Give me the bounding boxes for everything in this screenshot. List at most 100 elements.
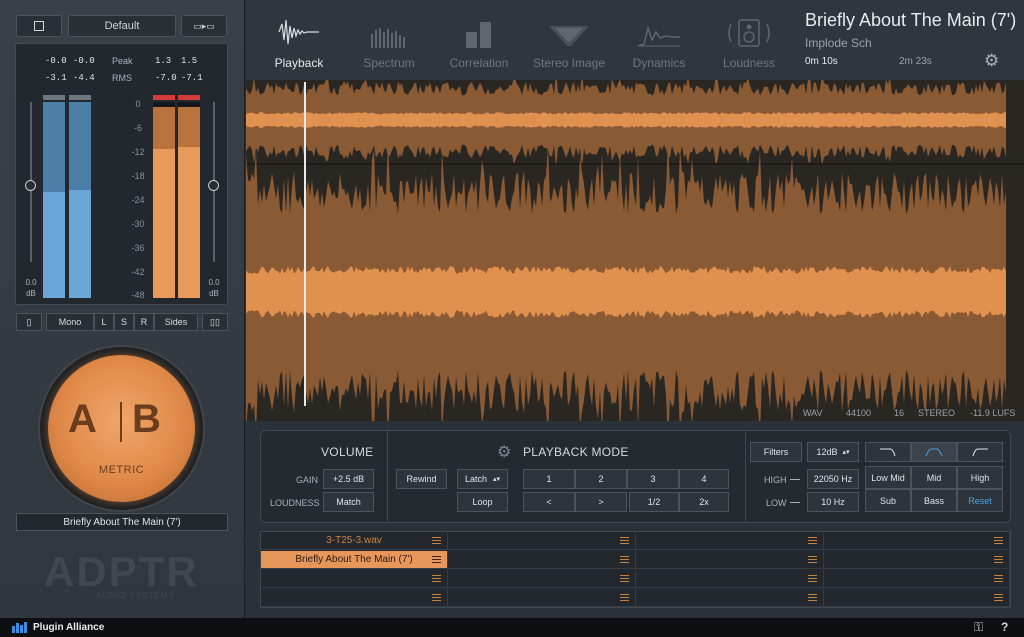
updown-icon: ▴▾ [493,476,501,483]
loudness-match-button[interactable]: Match [323,492,374,512]
band-label: Bass [923,495,944,506]
preset-selector[interactable]: Default [68,15,176,37]
playlist-slot[interactable] [261,570,448,588]
help-icon[interactable]: ? [1001,620,1008,634]
playlist-slot[interactable] [636,532,824,550]
playlist-slot[interactable] [448,551,636,569]
playlist-slot[interactable]: Briefly About The Main (7') [261,551,448,569]
mid-band-button[interactable]: Mid [911,466,957,489]
marker-2-button[interactable]: 2 [575,469,627,489]
mono-button[interactable]: Mono [46,313,94,331]
a-gain-slider-knob[interactable] [25,180,36,191]
filter-slope-select[interactable]: 12dB ▴▾ [807,442,859,462]
s-label: S [120,317,127,327]
dash [790,502,800,503]
settings-gear-icon[interactable]: ⚙ [984,51,999,71]
slot-menu-icon[interactable] [994,556,1003,563]
bandpass-filter-button[interactable] [911,442,957,462]
b-gain-slider-knob[interactable] [208,180,219,191]
low-mid-band-button[interactable]: Low Mid [865,466,911,489]
marker-3-button[interactable]: 3 [627,469,679,489]
scale-tick: -12 [131,147,145,157]
b-right-clip-indicator[interactable] [178,95,200,100]
playlist-slot[interactable] [636,589,824,607]
playlist-slot[interactable] [636,551,824,569]
rewind-button[interactable]: Rewind [396,469,447,489]
b-link-button[interactable]: ▯▯ [202,313,228,331]
right-channel-button[interactable]: R [134,313,154,331]
slot-menu-icon[interactable] [808,594,817,601]
slot-menu-icon[interactable] [432,537,441,544]
slot-menu-icon[interactable] [620,537,629,544]
dash [790,479,800,480]
dim-toggle-button[interactable] [16,15,62,37]
slot-menu-icon[interactable] [432,556,441,563]
playlist-slot[interactable] [824,589,1010,607]
playlist-slot[interactable] [448,589,636,607]
sub-band-button[interactable]: Sub [865,489,911,512]
slot-menu-icon[interactable] [808,575,817,582]
gain-value-field[interactable]: +2.5 dB [323,469,374,489]
waveform-icon [256,12,342,48]
prev-label: < [546,497,552,507]
window-size-button[interactable]: ▭▸▭ [181,15,227,37]
playlist-slot[interactable] [636,570,824,588]
low-cut-field[interactable]: 10 Hz [807,492,859,512]
playlist-slot[interactable]: 3-T25-3.wav [261,532,448,550]
tab-spectrum[interactable]: Spectrum [346,12,432,70]
rewind-label: Rewind [406,474,437,484]
playlist-slot[interactable] [261,589,448,607]
a-left-clip-indicator[interactable] [43,95,65,100]
a-link-button[interactable]: ▯ [16,313,42,331]
slot-menu-icon[interactable] [808,556,817,563]
playlist-slot[interactable] [448,532,636,550]
tab-playback[interactable]: Playback [256,12,342,70]
tab-correlation[interactable]: Correlation [436,12,522,70]
slot-menu-icon[interactable] [994,537,1003,544]
slot-menu-icon[interactable] [620,556,629,563]
bass-band-button[interactable]: Bass [911,489,957,512]
reset-button[interactable]: Reset [957,489,1003,512]
left-channel-button[interactable]: L [94,313,114,331]
filters-button[interactable]: Filters [750,442,802,462]
highpass-filter-button[interactable] [957,442,1003,462]
loop-button[interactable]: Loop [457,492,508,512]
b-rms-right: -7.1 [181,73,203,83]
next-button[interactable]: > [575,492,627,512]
loudness-label: LOUDNESS [270,498,320,508]
slot-menu-icon[interactable] [432,575,441,582]
prev-button[interactable]: < [523,492,575,512]
b-left-clip-indicator[interactable] [153,95,175,100]
playlist-slot[interactable] [824,570,1010,588]
sides-button[interactable]: Sides [154,313,198,331]
b-gain-value: 0.0 [208,278,220,287]
slot-menu-icon[interactable] [620,575,629,582]
high-band-button[interactable]: High [957,466,1003,489]
slot-menu-icon[interactable] [432,594,441,601]
a-right-clip-indicator[interactable] [69,95,91,100]
song-title: Briefly About The Main (7') [805,10,1017,30]
key-icon[interactable]: ⚿ [974,620,983,635]
slot-menu-icon[interactable] [994,594,1003,601]
latch-select[interactable]: Latch ▴▾ [457,469,508,489]
playlist-slot[interactable] [448,570,636,588]
tab-loudness[interactable]: Loudness [706,12,792,70]
slot-menu-icon[interactable] [620,594,629,601]
tab-spectrum-label: Spectrum [363,56,415,70]
playlist-slot[interactable] [824,551,1010,569]
waveform-display[interactable] [246,80,1024,421]
slot-menu-icon[interactable] [994,575,1003,582]
slot-menu-icon[interactable] [808,537,817,544]
double-speed-button[interactable]: 2x [679,492,729,512]
marker-4-button[interactable]: 4 [679,469,729,489]
match-label: Match [336,497,361,507]
lowpass-filter-button[interactable] [865,442,911,462]
playlist-slot[interactable] [824,532,1010,550]
tab-dynamics[interactable]: Dynamics [616,12,702,70]
playback-settings-gear-icon[interactable]: ⚙ [497,442,511,462]
marker-1-button[interactable]: 1 [523,469,575,489]
tab-stereo-image[interactable]: Stereo Image [526,12,612,70]
half-speed-button[interactable]: 1/2 [629,492,679,512]
high-cut-field[interactable]: 22050 Hz [807,469,859,489]
swap-channel-button[interactable]: S [114,313,134,331]
